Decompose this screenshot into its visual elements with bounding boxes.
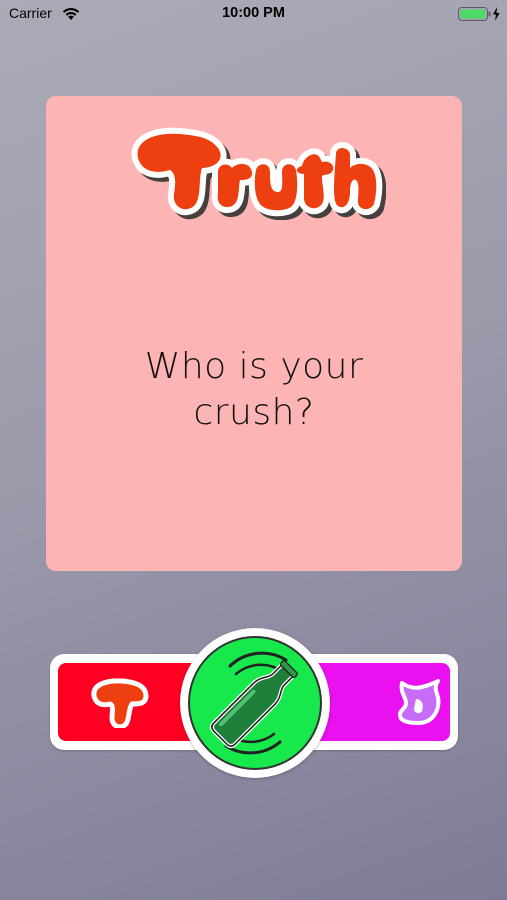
letter-d-icon [392,675,444,733]
bottle-icon [209,651,298,755]
question-text: Who is your crush? [144,346,364,433]
status-bar: Carrier 10:00 PM [0,0,507,28]
battery-charging-icon [458,6,502,26]
letter-t-icon [88,676,152,732]
spin-bottle-button[interactable] [180,628,330,778]
spin-button-face [188,636,322,770]
clock: 10:00 PM [222,5,285,21]
question-card: Who is your crush? [46,96,462,571]
truth-logo [126,110,386,220]
